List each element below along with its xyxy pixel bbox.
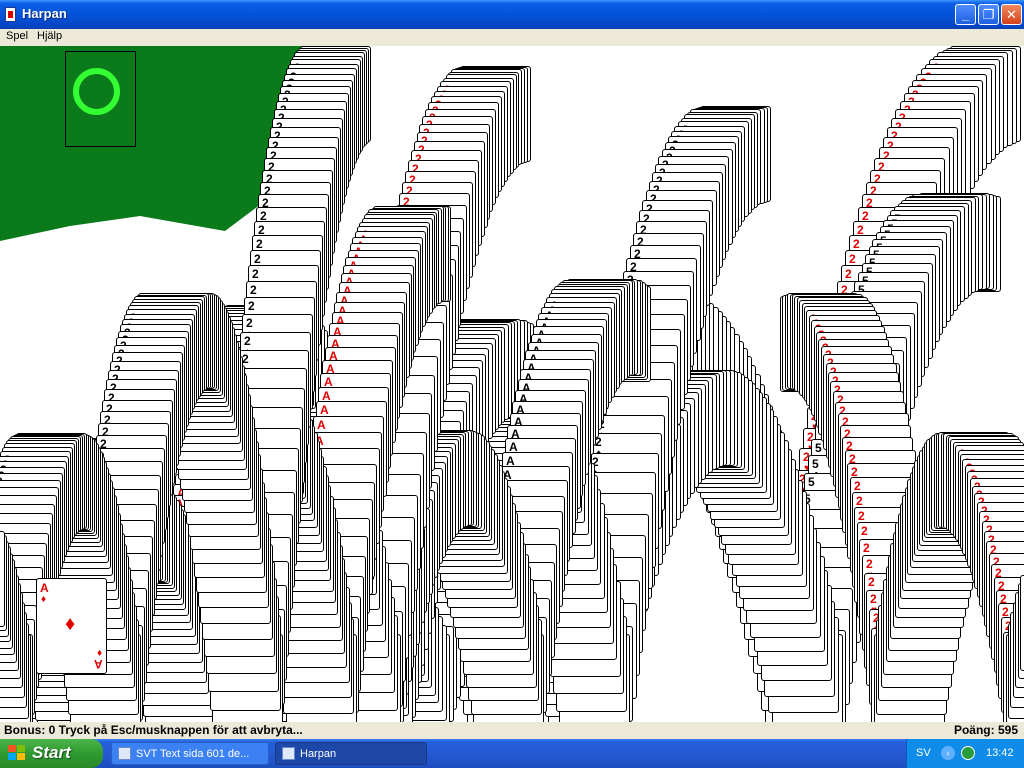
card-rank: 2: [845, 267, 852, 281]
card-rank: 2: [244, 334, 251, 348]
game-area[interactable]: 2♥2♥2♥2♥2♥2♥2♥2♥2♥2♥2♥2♥2♥2♥2♥2♥2♥2♥2♥2♥…: [0, 46, 1024, 722]
card-rank: A: [320, 403, 329, 417]
card-rank: 5: [812, 457, 819, 471]
taskbar-item-label: Harpan: [300, 748, 426, 760]
stock-pile[interactable]: [65, 51, 136, 147]
window-title: Harpan: [22, 6, 67, 21]
card-rank: 2: [856, 494, 863, 508]
card-rank: 2: [858, 509, 865, 523]
browser-window-icon: [118, 747, 131, 760]
system-tray: SV ‹ 13:42: [906, 739, 1024, 768]
card-rank: 2: [252, 267, 259, 281]
menu-item-spel[interactable]: Spel: [6, 30, 28, 42]
card: 2♠: [0, 531, 5, 627]
close-button[interactable]: ✕: [1001, 4, 1022, 25]
card-rank: 5: [808, 475, 815, 489]
card-rank: 2: [868, 575, 875, 589]
card-rank: 2: [866, 557, 873, 571]
taskbar: Start SVT Text sida 601 de... Harpan SV …: [0, 739, 1024, 768]
card-rank: 5: [815, 441, 822, 455]
title-bar[interactable]: Harpan _ ❐ ✕: [0, 0, 1024, 29]
card-rank: 2: [250, 283, 257, 297]
window-icon: [282, 747, 295, 760]
card-rank: 2: [256, 237, 263, 251]
card-rank: 2: [854, 479, 861, 493]
card-rank: A: [317, 418, 326, 432]
card: 2♥: [1020, 575, 1024, 671]
card-rank: 2: [254, 252, 261, 266]
status-message: Bonus: 0 Tryck på Esc/musknappen för att…: [4, 723, 303, 737]
card-rank: 2: [853, 237, 860, 251]
taskbar-item-svt-text[interactable]: SVT Text sida 601 de...: [111, 742, 269, 765]
diamond-icon: ♦: [65, 613, 75, 636]
card-rank: 2: [863, 541, 870, 555]
card-rank: 2: [861, 524, 868, 538]
menu-item-hjalp[interactable]: Hjälp: [37, 30, 62, 42]
taskbar-item-harpan[interactable]: Harpan: [275, 742, 427, 765]
card-rank: A: [40, 581, 49, 595]
start-button[interactable]: Start: [0, 739, 103, 768]
card-rank: A: [94, 657, 103, 671]
card-rank: 2: [248, 299, 255, 313]
windows-logo-icon: [8, 745, 26, 761]
card-rank: 2: [242, 352, 249, 366]
minimize-button[interactable]: _: [955, 4, 976, 25]
status-bar: Bonus: 0 Tryck på Esc/musknappen för att…: [0, 722, 1024, 739]
taskbar-item-label: SVT Text sida 601 de...: [136, 748, 262, 760]
empty-stock-ring-icon: [73, 68, 120, 115]
card-rank: 2: [870, 592, 877, 606]
minimize-icon: _: [962, 7, 969, 22]
start-label: Start: [32, 743, 71, 763]
score-label: Poäng: 595: [954, 723, 1018, 737]
card-rank: 2: [246, 316, 253, 330]
window-icon: [5, 7, 16, 22]
language-indicator[interactable]: SV: [916, 747, 931, 759]
maximize-button[interactable]: ❐: [978, 4, 999, 25]
card-rank: 2: [849, 252, 856, 266]
menu-bar: Spel Hjälp: [0, 29, 1024, 46]
diamond-icon: ♦: [41, 594, 46, 605]
ace-of-diamonds-card: A ♦ ♦ ♦ A: [36, 578, 107, 674]
maximize-icon: ❐: [983, 7, 995, 22]
close-icon: ✕: [1006, 7, 1017, 22]
